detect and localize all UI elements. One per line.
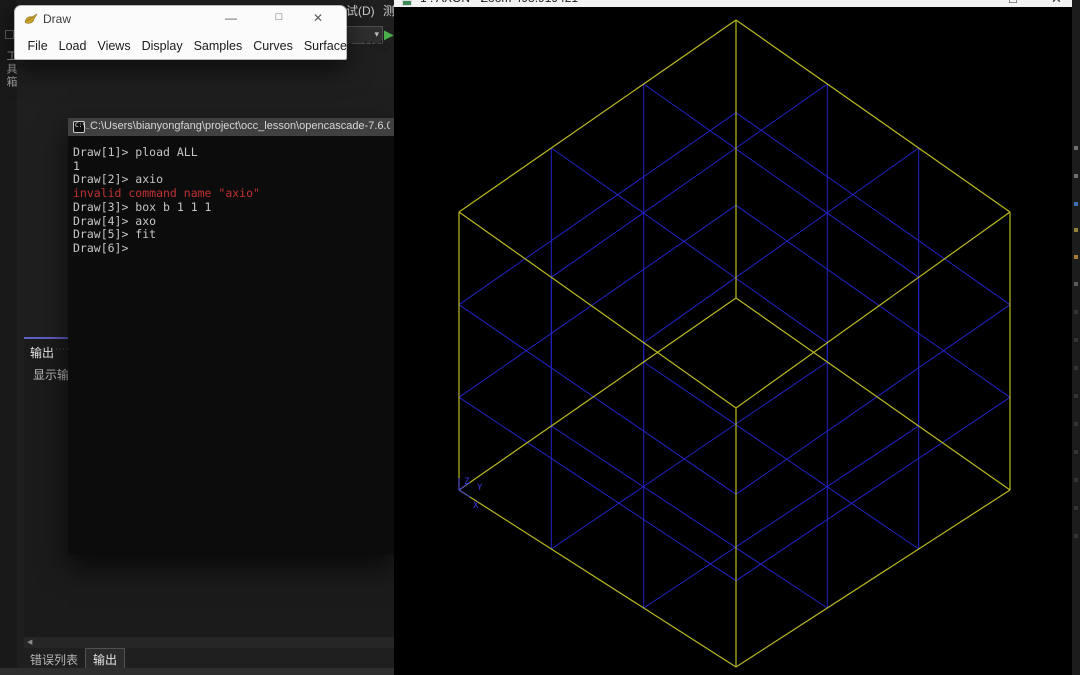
cube-edge: [458, 489, 737, 668]
cube-edge: [735, 211, 1011, 409]
console-line: 1: [73, 158, 80, 173]
horizontal-scrollbar[interactable]: ◀: [24, 637, 395, 648]
menu-item-surfaces[interactable]: Surfaces: [298, 39, 358, 53]
right-edge-toolbar: [1072, 0, 1080, 675]
viewer-window-title: 1 : AXON - Zoom 498.919421: [420, 0, 578, 5]
cube-isoline: [735, 304, 1011, 495]
menu-item-views[interactable]: Views: [92, 39, 136, 53]
edge-toolbar-mark: [1074, 366, 1078, 370]
edge-toolbar-mark: [1074, 422, 1078, 426]
console-title: C:\Users\bianyongfang\project\occ_lesson…: [90, 120, 390, 132]
cube-edge: [458, 211, 737, 409]
cube-isoline: [643, 147, 919, 344]
cube-isoline: [643, 361, 919, 550]
draw-window-title: Draw: [43, 12, 72, 26]
console-window: C:\_ C:\Users\bianyongfang\project\occ_l…: [68, 118, 395, 555]
draw-window: Draw — □ ✕ File Load Views Display Samples Cu…: [14, 5, 390, 60]
menu-item-display[interactable]: Display: [136, 39, 188, 53]
cube-isoline: [735, 204, 1011, 398]
menu-item-help[interactable]: Help: [359, 39, 396, 53]
edge-toolbar-mark: [1074, 146, 1078, 150]
menu-item-load[interactable]: Load: [53, 39, 92, 53]
desktop: 工具箱 试(D) 测 ▾ ▶ 输出 ⋯⋯ 显示输出 ◀ 错误列表 输出 Draw…: [0, 0, 1080, 675]
draw-menubar: File Load Views Display Samples Curves Surface…: [22, 33, 390, 58]
axis-label-y: Y: [477, 483, 483, 493]
edge-toolbar-mark: [1074, 202, 1078, 206]
tab-error-list[interactable]: 错误列表: [30, 651, 78, 668]
cube-isoline: [458, 204, 737, 398]
edge-toolbar-mark: [1074, 255, 1078, 259]
console-line: Draw[2]> axio: [73, 172, 164, 187]
cube-isoline: [458, 396, 737, 582]
console-output[interactable]: Draw[1]> pload ALL 1 Draw[2]> axio invalid …: [68, 136, 395, 555]
cube-isoline: [458, 112, 737, 306]
edge-toolbar-mark: [1074, 506, 1078, 510]
menu-item-file[interactable]: File: [22, 39, 53, 53]
edge-toolbar-mark: [1074, 450, 1078, 454]
cube-isoline: [551, 361, 828, 550]
cube-isoline: [643, 425, 919, 609]
minimize-button[interactable]: —: [220, 11, 242, 25]
edge-toolbar-mark: [1074, 534, 1078, 538]
console-titlebar[interactable]: C:\_ C:\Users\bianyongfang\project\occ_l…: [68, 118, 395, 136]
toolbox-icon: [5, 30, 14, 39]
viewer-close-button[interactable]: ✕: [1051, 0, 1062, 7]
cube-isoline: [735, 112, 1011, 306]
axis-segment: [458, 489, 471, 498]
viewer-app-icon: [402, 0, 412, 6]
axis-label-z: Z: [464, 477, 470, 487]
edge-toolbar-mark: [1074, 338, 1078, 342]
menu-item-curves[interactable]: Curves: [248, 39, 299, 53]
console-line: Draw[6]>: [73, 240, 129, 255]
vs-left-sidebar: [0, 0, 17, 668]
console-line: Draw[5]> fit: [73, 227, 157, 242]
cube-edge: [735, 489, 1011, 668]
menu-item-samples[interactable]: Samples: [188, 39, 248, 53]
scroll-left-arrow-icon[interactable]: ◀: [27, 638, 32, 646]
bottom-panel-tabs: 错误列表 输出: [24, 648, 395, 672]
cube-isoline: [458, 304, 737, 495]
cube-isoline: [735, 396, 1011, 582]
edge-toolbar-mark: [1074, 394, 1078, 398]
cube-edge: [735, 19, 1011, 213]
viewer-titlebar[interactable]: 1 : AXON - Zoom 498.919421 □ ✕: [394, 0, 1072, 7]
cube-edge: [735, 297, 1011, 491]
edge-toolbar-mark: [1074, 228, 1078, 232]
edge-toolbar-mark: [1074, 310, 1078, 314]
edge-toolbar-mark: [1074, 478, 1078, 482]
viewer-maximize-button[interactable]: □: [1009, 0, 1017, 6]
cube-edge: [458, 19, 737, 213]
draw-app-icon: [24, 13, 38, 24]
console-line: Draw[1]> pload ALL: [73, 145, 198, 159]
edge-toolbar-mark: [1074, 174, 1078, 178]
axis-label-x: X: [473, 501, 479, 511]
console-line: Draw[3]> box b 1 1 1: [73, 199, 212, 214]
cube-isoline: [643, 83, 919, 278]
cube-isoline: [551, 83, 828, 278]
close-button[interactable]: ✕: [307, 11, 329, 25]
console-line: Draw[4]> axo: [73, 213, 157, 228]
cmd-icon: C:\_: [73, 121, 89, 133]
cube-isoline: [551, 147, 828, 344]
draw-titlebar[interactable]: Draw — □ ✕: [15, 6, 346, 33]
status-bar: [0, 668, 394, 675]
vs-menu-debug-fragment[interactable]: 试(D): [346, 2, 375, 19]
axon-viewer-window: 1 : AXON - Zoom 498.919421 □ ✕ ZYX: [394, 0, 1072, 675]
cube-isoline: [551, 425, 828, 609]
edge-toolbar-mark: [1074, 282, 1078, 286]
output-panel-title: 输出: [30, 346, 55, 360]
console-error-line: invalid command name "axio": [73, 186, 260, 201]
maximize-button[interactable]: □: [268, 11, 290, 23]
3d-viewport[interactable]: ZYX: [394, 7, 1072, 675]
cube-edge: [458, 297, 737, 491]
